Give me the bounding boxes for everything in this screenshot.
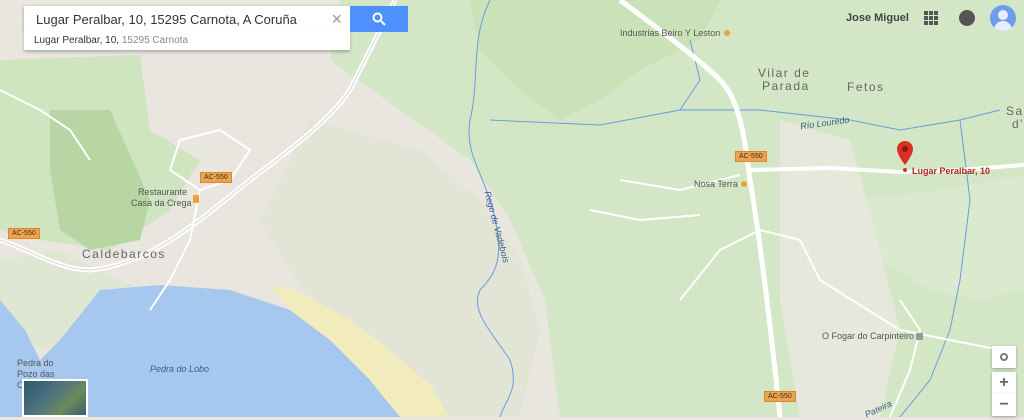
zoom-out-button[interactable]: − — [992, 394, 1016, 416]
place-label-fetos: Fetos — [847, 80, 885, 94]
search-box: × — [24, 6, 350, 32]
road-shield-ac550: AC-550 — [8, 228, 40, 239]
place-label-pedra-pozo-2: Pozo das — [17, 369, 55, 379]
suggestion-main: Lugar Peralbar, 10, — [34, 35, 120, 46]
avatar-icon[interactable] — [990, 5, 1016, 31]
poi-label-fogar[interactable]: O Fogar do Carpinteiro — [822, 331, 914, 341]
search-suggestion[interactable]: Lugar Peralbar, 10, 15295 Carnota — [24, 32, 350, 50]
poi-marker-icon[interactable] — [741, 181, 747, 187]
user-name[interactable]: Jose Miguel — [846, 12, 909, 24]
place-label-sa-2: d' — [1012, 117, 1024, 131]
place-label-vilar-de-parada-2: Parada — [762, 79, 810, 93]
minus-icon: − — [999, 396, 1009, 413]
map-canvas[interactable] — [0, 0, 1024, 417]
place-label-pedra-pozo-1: Pedra do — [17, 358, 54, 368]
search-icon — [372, 12, 386, 26]
my-location-icon — [1000, 353, 1008, 361]
place-label-vilar-de-parada-1: Vilar de — [758, 66, 811, 80]
satellite-view-toggle[interactable] — [22, 379, 88, 417]
place-label-sa: Sa — [1006, 104, 1024, 118]
road-shield-ac550: AC-550 — [200, 172, 232, 183]
poi-label-industrias[interactable]: Industrias Beiro Y Leston — [620, 28, 720, 38]
poi-marker-icon[interactable] — [916, 333, 923, 340]
zoom-in-button[interactable]: + — [992, 372, 1016, 394]
poi-marker-icon[interactable] — [724, 30, 730, 36]
close-icon[interactable]: × — [331, 9, 342, 30]
pin-label[interactable]: Lugar Peralbar, 10 — [912, 166, 990, 176]
plus-icon: + — [999, 374, 1009, 391]
restaurant-icon[interactable] — [193, 195, 199, 203]
search-button[interactable] — [350, 6, 408, 32]
pin-dot — [903, 168, 907, 172]
place-label-pedra-lobo: Pedra do Lobo — [150, 364, 210, 374]
poi-label-restaurante-2[interactable]: Casa da Crega — [131, 198, 192, 208]
road-shield-ac550: AC-550 — [735, 151, 767, 162]
place-label-caldebarcos: Caldebarcos — [82, 247, 166, 261]
poi-label-restaurante-1[interactable]: Restaurante — [138, 187, 187, 197]
road-shield-ac550: AC-550 — [764, 391, 796, 402]
my-location-button[interactable] — [992, 346, 1016, 368]
apps-grid-icon[interactable] — [924, 11, 938, 25]
search-input[interactable] — [34, 10, 328, 28]
suggestion-sub: 15295 Carnota — [121, 35, 189, 46]
map-pin-icon[interactable] — [897, 141, 913, 167]
bell-icon[interactable] — [959, 10, 975, 26]
poi-label-nosa-terra[interactable]: Nosa Terra — [694, 179, 738, 189]
